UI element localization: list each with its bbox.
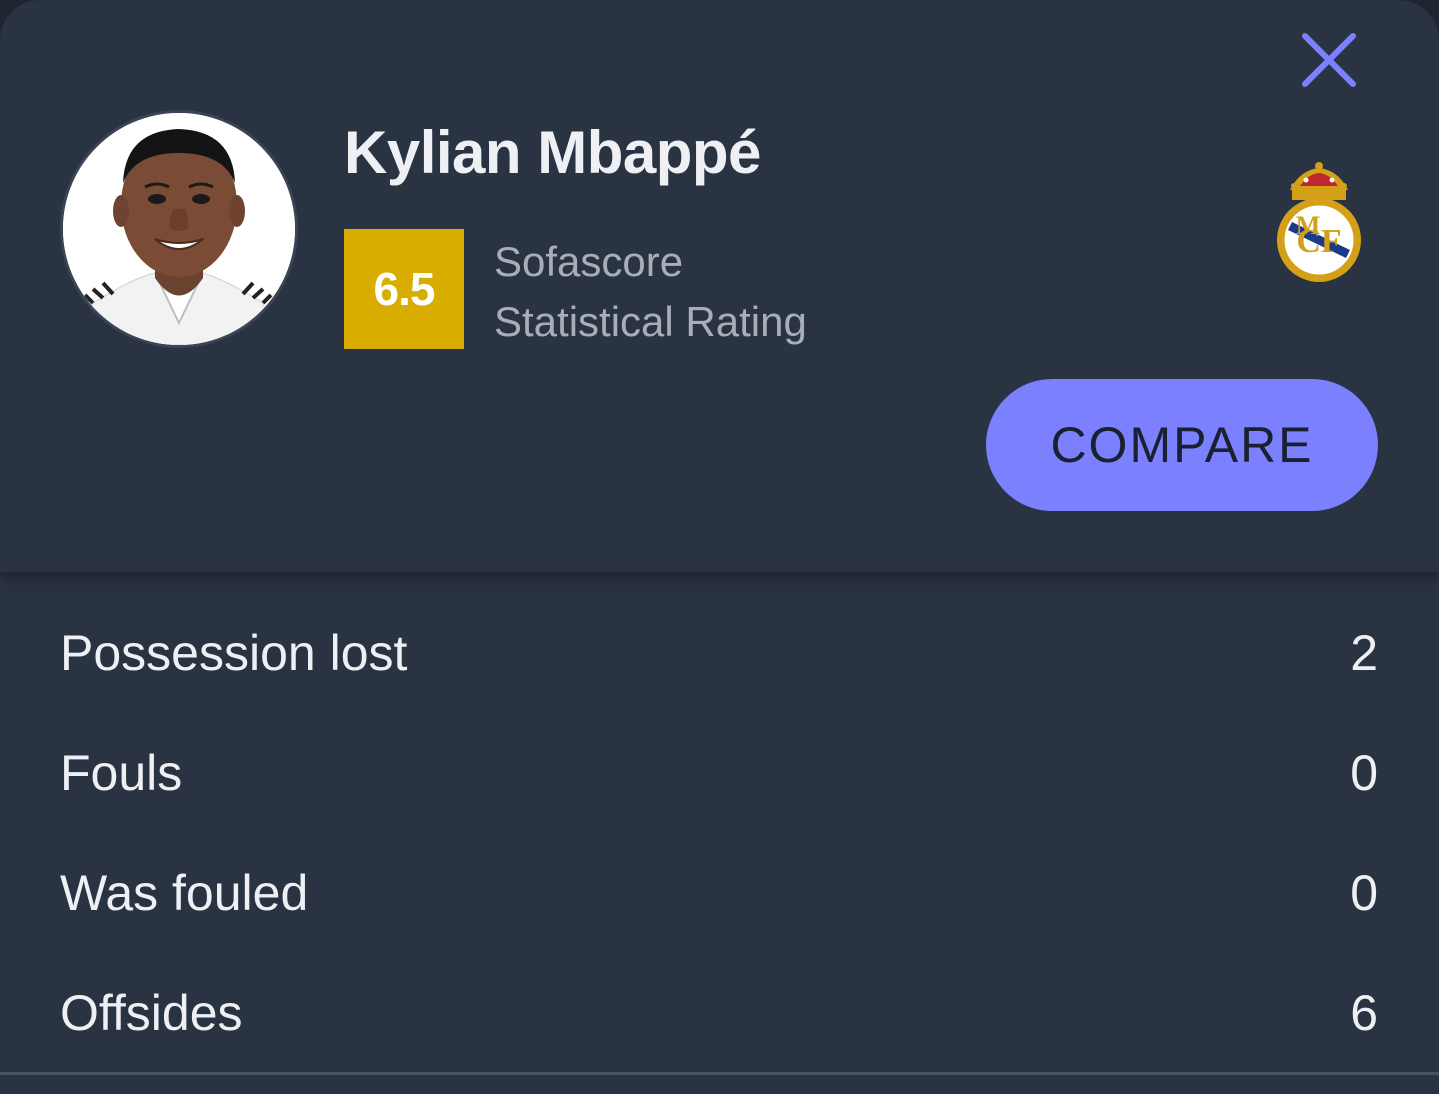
stat-label: Was fouled [60,865,309,921]
stat-row-possession-lost: Possession lost 2 [0,593,1439,713]
stats-list: Possession lost 2 Fouls 0 Was fouled 0 O… [0,593,1439,1073]
stat-value: 2 [1350,625,1378,681]
stat-value: 6 [1350,985,1378,1041]
stat-value: 0 [1350,745,1378,801]
player-name: Kylian Mbappé [344,119,761,186]
player-header: Kylian Mbappé 6.5 Sofascore Statistical … [0,0,1439,572]
stat-row-offsides: Offsides 6 [0,953,1439,1073]
stat-row-was-fouled: Was fouled 0 [0,833,1439,953]
rating-label: Sofascore Statistical Rating [494,232,807,352]
rating-badge: 6.5 [344,229,464,349]
player-stats-sheet: Kylian Mbappé 6.5 Sofascore Statistical … [0,0,1439,1094]
real-madrid-crest-icon[interactable]: CF M [1270,160,1368,284]
rating-label-line2: Statistical Rating [494,298,807,345]
close-button[interactable] [1290,24,1368,96]
stat-label: Offsides [60,985,243,1041]
stat-value: 0 [1350,865,1378,921]
svg-text:M: M [1296,211,1321,240]
player-avatar[interactable] [60,110,298,348]
player-photo-icon [63,113,295,345]
rating-label-line1: Sofascore [494,238,684,285]
stat-label: Possession lost [60,625,408,681]
stat-label: Fouls [60,745,183,801]
close-icon [1302,33,1356,87]
stat-row-fouls: Fouls 0 [0,713,1439,833]
compare-button[interactable]: COMPARE [986,379,1378,511]
